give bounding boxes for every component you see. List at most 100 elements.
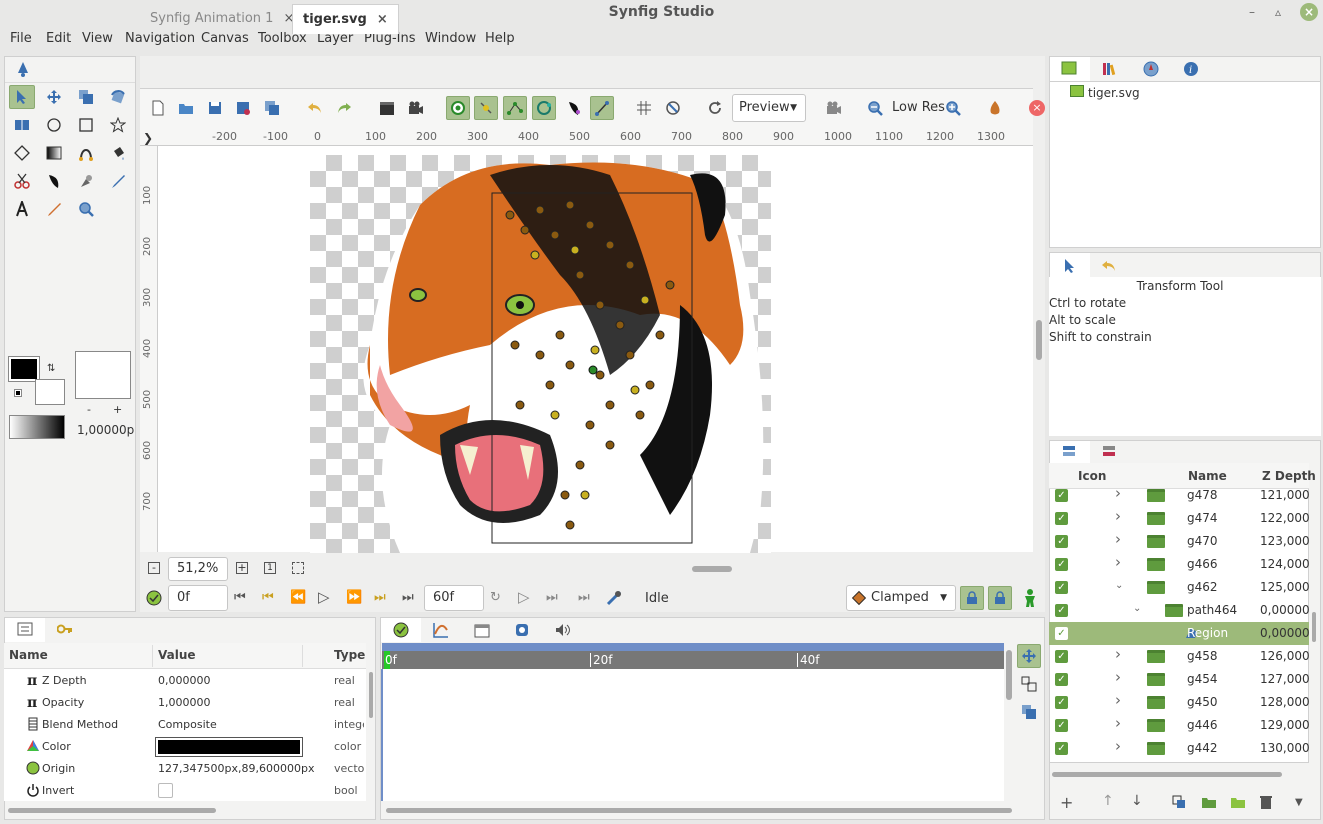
timetrack-hscrollbar[interactable]	[386, 808, 1012, 813]
background-rendering-icon[interactable]	[822, 96, 846, 120]
layer-visibility-checkbox[interactable]: ✓	[1055, 512, 1068, 525]
render-icon[interactable]	[375, 96, 399, 120]
minimize-icon[interactable]: –	[1244, 4, 1260, 20]
lower-layer-icon[interactable]: ↓	[1131, 793, 1143, 809]
save-as-icon[interactable]	[231, 96, 255, 120]
layers-scrollbar[interactable]	[1312, 612, 1316, 642]
redo-icon[interactable]	[332, 96, 356, 120]
param-row[interactable]: Invert bool	[6, 780, 368, 801]
refresh-icon[interactable]	[703, 96, 727, 120]
layer-visibility-checkbox[interactable]: ✓	[1055, 558, 1068, 571]
current-time-field[interactable]: 0f	[168, 585, 228, 611]
layer-row[interactable]: ✓ › g466 124,0000	[1049, 553, 1309, 576]
interpolation-dropdown[interactable]: Clamped ▼	[846, 585, 956, 611]
toggle-position-handles-icon[interactable]	[446, 96, 470, 120]
zoom-field[interactable]: 51,2%	[168, 557, 228, 581]
next-keyframe-icon[interactable]: ⏭	[374, 590, 386, 605]
timetrack-scale-icon[interactable]	[1021, 676, 1037, 692]
brush-preview[interactable]	[75, 351, 131, 399]
save-icon[interactable]	[203, 96, 227, 120]
params-scrollbar[interactable]	[369, 672, 373, 718]
library-panel-icon[interactable]	[514, 622, 530, 638]
delete-layer-icon[interactable]	[1259, 794, 1273, 810]
menu-edit[interactable]: Edit	[46, 28, 71, 52]
tab-synfig-animation-1[interactable]: Synfig Animation 1 ×	[140, 4, 304, 34]
sound-icon[interactable]	[555, 622, 571, 638]
param-row[interactable]: π Z Depth 0,000000 real	[6, 670, 368, 692]
layer-visibility-checkbox[interactable]: ✓	[1055, 604, 1068, 617]
layer-row[interactable]: ✓ › g442 130,0000	[1049, 737, 1309, 760]
zoom-out-icon[interactable]: -	[148, 562, 160, 574]
layer-visibility-checkbox[interactable]: ✓	[1055, 650, 1068, 663]
group-layer-icon[interactable]	[1201, 795, 1217, 809]
toggle-onion-handles-icon[interactable]	[590, 96, 614, 120]
layer-visibility-checkbox[interactable]: ✓	[1055, 742, 1068, 755]
seek-end-icon[interactable]: ⏭	[402, 590, 414, 605]
add-layer-icon[interactable]: +	[1060, 793, 1073, 812]
tab-tiger-svg[interactable]: tiger.svg ×	[292, 4, 399, 34]
rectangle-tool-icon[interactable]	[73, 113, 99, 137]
keyframe-lock-past-icon[interactable]	[960, 586, 984, 610]
time-ruler[interactable]	[382, 651, 1004, 669]
outline-color-swatch[interactable]	[8, 356, 40, 382]
low-res-label[interactable]: Low Res	[892, 100, 945, 115]
sets-icon[interactable]	[1101, 444, 1117, 458]
bounds-upper-icon[interactable]: ⏭	[578, 590, 590, 605]
timeline-range-bar[interactable]	[382, 643, 1004, 651]
param-value[interactable]: 127,347500px,89,600000px	[158, 762, 314, 775]
params-col-name[interactable]: Name	[9, 648, 48, 662]
zoom-in-icon[interactable]: +	[236, 562, 248, 574]
star-tool-icon[interactable]	[105, 113, 131, 137]
param-row[interactable]: Blend Method Composite intege	[6, 714, 368, 736]
layer-row[interactable]: ✓ ⌄ g462 125,0000	[1049, 576, 1309, 599]
layer-row[interactable]: ✓ › g454 127,0000	[1049, 668, 1309, 691]
fill-color-swatch[interactable]	[35, 379, 65, 405]
raise-layer-icon[interactable]: ↑	[1102, 793, 1114, 809]
param-value[interactable]: Composite	[158, 718, 217, 731]
new-file-icon[interactable]	[146, 96, 170, 120]
canvas-horizontal-scrollbar[interactable]	[692, 566, 732, 572]
chevron-right-icon[interactable]: ›	[1115, 530, 1121, 548]
canvas-image[interactable]	[310, 155, 771, 553]
keyframes-key-icon[interactable]	[57, 622, 73, 636]
zoom-fit-icon[interactable]	[292, 562, 304, 574]
layers-col-icon[interactable]: Icon	[1078, 469, 1106, 483]
ungroup-layer-icon[interactable]	[1230, 795, 1246, 809]
polygon-tool-icon[interactable]	[9, 141, 35, 165]
zoom-100-icon[interactable]: 1	[264, 562, 276, 574]
scale-tool-icon[interactable]	[73, 85, 99, 109]
transform-tool-icon[interactable]	[9, 85, 35, 109]
library-icon[interactable]	[1101, 61, 1117, 77]
toggle-vertex-handles-icon[interactable]	[503, 96, 527, 120]
animation-mode-icon[interactable]	[146, 590, 162, 606]
param-row[interactable]: π Opacity 1,000000 real	[6, 692, 368, 714]
layers-menu-chevron-icon[interactable]: ▼	[1295, 797, 1303, 808]
chevron-down-icon[interactable]: ⌄	[1115, 580, 1123, 591]
decrease-resolution-icon[interactable]	[863, 96, 887, 120]
preview-render-icon[interactable]	[404, 96, 428, 120]
chevron-right-icon[interactable]: ›	[1115, 668, 1121, 686]
brush-size-decrease[interactable]: -	[87, 403, 91, 416]
loop-icon[interactable]: ↻	[490, 590, 501, 605]
prev-keyframe-icon[interactable]: ⏮	[262, 590, 274, 605]
prev-frame-icon[interactable]: ⏪	[290, 590, 306, 605]
curves-icon[interactable]	[433, 622, 449, 638]
onion-figure-icon[interactable]	[1022, 589, 1038, 607]
maximize-icon[interactable]: ▵	[1270, 4, 1286, 20]
circle-tool-icon[interactable]	[41, 113, 67, 137]
jack-icon[interactable]	[606, 590, 622, 606]
timetrack-transform-icon[interactable]	[1017, 644, 1041, 668]
default-gradient-swatch[interactable]	[9, 415, 65, 439]
param-value[interactable]: 1,000000	[158, 696, 211, 709]
zoom-tool-icon[interactable]	[73, 197, 99, 221]
layer-visibility-checkbox[interactable]: ✓	[1055, 535, 1068, 548]
params-col-value[interactable]: Value	[158, 648, 196, 662]
play-bounds-icon[interactable]: ▷	[518, 588, 530, 606]
layer-visibility-checkbox[interactable]: ✓	[1055, 719, 1068, 732]
onion-skin-icon[interactable]	[983, 96, 1007, 120]
layer-visibility-checkbox[interactable]: ✓	[1055, 581, 1068, 594]
layer-visibility-checkbox[interactable]: ✓	[1055, 489, 1068, 502]
layer-row[interactable]: ✓ › g446 129,0000	[1049, 714, 1309, 737]
close-window-icon[interactable]: ×	[1300, 3, 1318, 21]
save-all-icon[interactable]	[260, 96, 284, 120]
